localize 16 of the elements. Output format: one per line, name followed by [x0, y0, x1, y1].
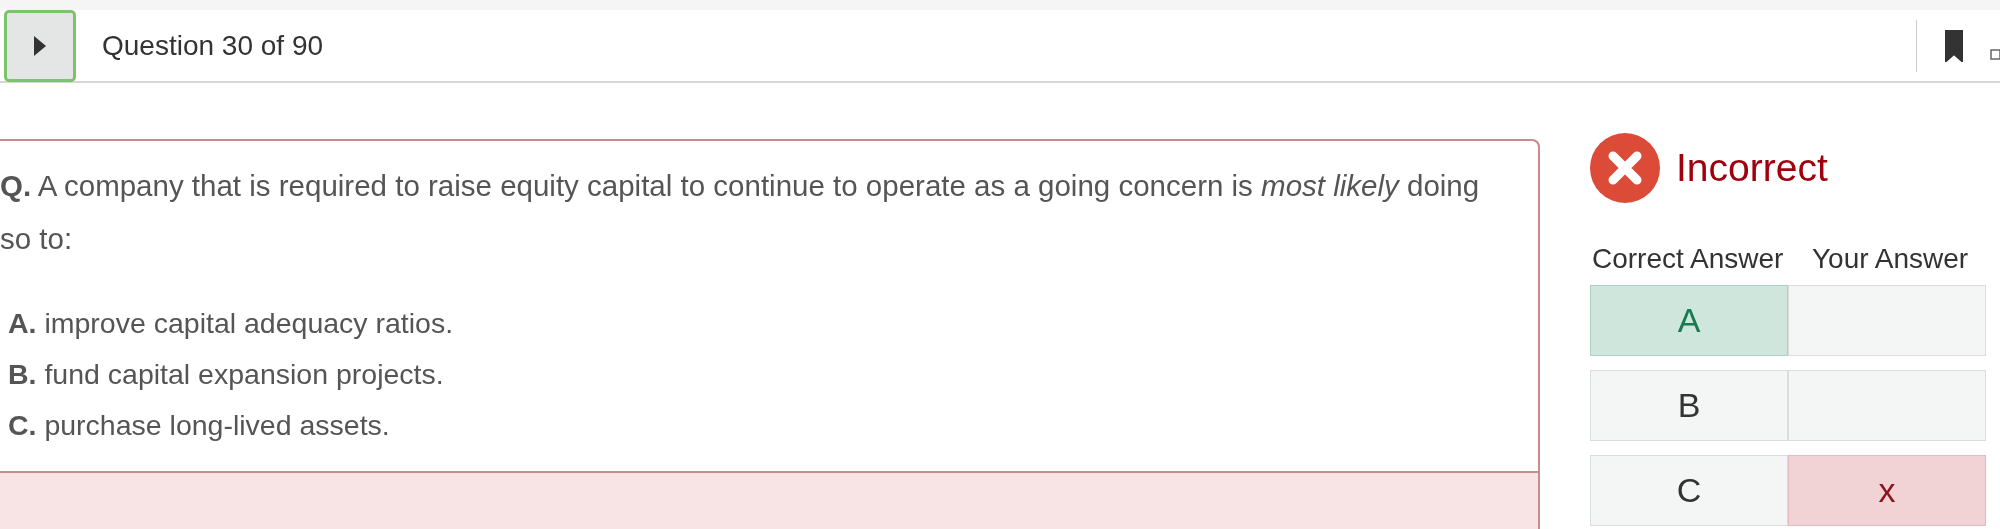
answer-option[interactable]: A. improve capital adequacy ratios. — [8, 305, 1538, 341]
your-answer-cell: x — [1788, 455, 1986, 526]
column-header: Correct Answer — [1591, 243, 1785, 275]
correct-answer-cell: B — [1590, 370, 1788, 441]
result-status: Incorrect — [1676, 146, 1828, 190]
column-header: Your Answer — [1811, 243, 1970, 275]
correct-answer-cell: A — [1590, 285, 1788, 356]
question-text: Q. A company that is required to raise equity capital to continue to operate as a going concern is most likely doing so to: — [0, 168, 1481, 257]
play-button[interactable] — [4, 9, 76, 82]
correct-answer-cell: C — [1590, 455, 1788, 526]
bookmark-icon — [1945, 29, 1963, 62]
question-counter: Question 30 of 90 — [102, 29, 325, 62]
answer-option[interactable]: B. fund capital expansion projects. — [8, 356, 1538, 392]
bookmark-button[interactable] — [1945, 29, 1963, 62]
answer-option[interactable]: C. purchase long-lived assets. — [8, 407, 1538, 443]
play-icon — [34, 35, 46, 56]
